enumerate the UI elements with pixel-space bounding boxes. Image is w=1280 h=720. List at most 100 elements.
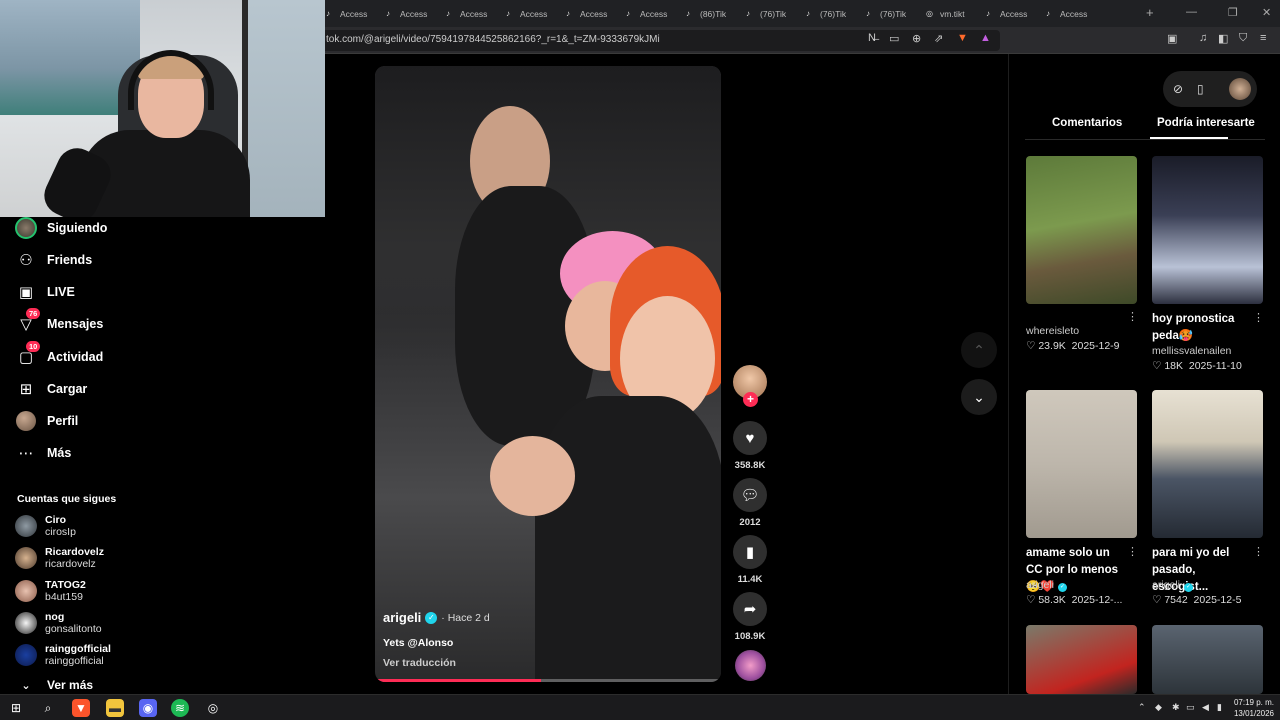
tray-bluetooth-icon[interactable]: ✱: [1172, 702, 1180, 713]
zoom-icon[interactable]: ⊕: [912, 32, 921, 45]
maximize-icon[interactable]: ❐: [1228, 6, 1238, 19]
card-username[interactable]: whereisleto: [1026, 325, 1079, 337]
close-window-icon[interactable]: ✕: [1262, 6, 1271, 19]
previous-video-button[interactable]: ⌃: [961, 332, 997, 368]
cast-icon[interactable]: ▭: [889, 32, 899, 45]
account-avatar[interactable]: [1229, 78, 1251, 100]
sidebar-item-live[interactable]: ▣ LIVE: [14, 280, 75, 304]
browser-tab[interactable]: ♪ (86)Tik: [686, 4, 726, 24]
browser-tab[interactable]: ♪ Access: [626, 4, 667, 24]
tray-chevron-icon[interactable]: ⌃: [1138, 702, 1146, 713]
more-options-icon[interactable]: ⋮: [1127, 545, 1138, 558]
see-more-button[interactable]: ⌄ Ver más: [14, 678, 93, 692]
phone-icon[interactable]: ▯: [1197, 82, 1204, 96]
tray-volume-icon[interactable]: ◀: [1202, 702, 1209, 713]
share-icon[interactable]: ⇗: [934, 32, 943, 45]
clock[interactable]: 07:19 p. m. 13/01/2026: [1228, 697, 1274, 719]
music-disc-icon[interactable]: [735, 650, 766, 681]
tab-recommended[interactable]: Podría interesarte: [1157, 117, 1255, 129]
video-thumbnail[interactable]: [1026, 625, 1137, 694]
more-options-icon[interactable]: ⋮: [1127, 310, 1138, 323]
chevron-down-icon: ⌄: [21, 679, 31, 692]
following-account[interactable]: Ricardovelz ricardovelz: [15, 544, 104, 572]
following-account[interactable]: TATOG2 b4ut159: [15, 577, 86, 605]
more-options-icon[interactable]: ⋮: [1253, 545, 1264, 558]
clock-date: 13/01/2026: [1233, 709, 1274, 718]
sidebar-icon[interactable]: ◧: [1218, 32, 1228, 45]
windows-start-icon[interactable]: ⊞: [7, 699, 25, 717]
browser-tab[interactable]: ♪ Access: [566, 4, 607, 24]
video-thumbnail[interactable]: [1152, 156, 1263, 304]
card-username[interactable]: arigeli ✓: [1026, 579, 1068, 592]
browser-tab[interactable]: ♪ Access: [446, 4, 487, 24]
file-explorer-icon[interactable]: ▬: [106, 699, 124, 717]
sidebar-item-siguiendo[interactable]: Siguiendo: [14, 216, 107, 240]
new-tab-icon[interactable]: +: [1146, 5, 1154, 20]
more-options-icon[interactable]: ⋮: [1253, 311, 1264, 324]
browser-tab[interactable]: ◎ vm.tikt: [926, 4, 965, 24]
card-title[interactable]: hoy pronostica peda🥵: [1152, 311, 1252, 345]
card-username[interactable]: mellissvalenailen: [1152, 345, 1231, 357]
card-likes: 18K: [1164, 360, 1184, 372]
brave-icon[interactable]: ▼: [72, 699, 90, 717]
translate-icon[interactable]: N̶: [868, 32, 876, 44]
browser-tab[interactable]: ♪ (76)Tik: [806, 4, 846, 24]
following-account-text: TATOG2 b4ut159: [45, 579, 86, 604]
reader-mode-icon[interactable]: ▣: [1167, 32, 1177, 45]
share-button[interactable]: ➦: [733, 592, 767, 626]
tab-comments[interactable]: Comentarios: [1052, 117, 1122, 129]
sidebar-item-ms[interactable]: ⋯ Más: [14, 441, 72, 465]
tray-app-icon[interactable]: ◆: [1155, 702, 1162, 713]
video-thumbnail[interactable]: [1026, 156, 1137, 304]
share-arrow-icon: ➦: [743, 601, 757, 618]
clock-time: 07:19 p. m.: [1233, 698, 1274, 707]
follow-plus-icon[interactable]: +: [743, 392, 758, 407]
video-player[interactable]: arigeli ✓ · Hace 2 d Yets @Alonso Ver tr…: [375, 66, 721, 682]
brave-rewards-icon[interactable]: ▲: [980, 32, 991, 44]
minimize-icon[interactable]: —: [1186, 6, 1197, 18]
media-icon[interactable]: ♫: [1199, 32, 1207, 44]
tray-network-icon[interactable]: ▭: [1186, 702, 1195, 713]
following-account[interactable]: Ciro cirosIp: [15, 512, 76, 540]
video-progress-bar[interactable]: [375, 679, 721, 682]
card-username[interactable]: arigeli ✓: [1152, 579, 1194, 592]
translate-link[interactable]: Ver traducción: [383, 657, 456, 669]
video-thumbnail[interactable]: [1152, 390, 1263, 538]
following-account[interactable]: rainggofficial rainggofficial: [15, 641, 111, 669]
obs-icon[interactable]: ◎: [204, 699, 222, 717]
like-count: 358.8K: [734, 460, 766, 471]
discord-icon[interactable]: ◉: [139, 699, 157, 717]
video-thumbnail[interactable]: [1152, 625, 1263, 694]
sidebar-item-perfil[interactable]: Perfil: [14, 409, 78, 433]
tiktok-icon: ♪: [506, 9, 510, 18]
browser-tab[interactable]: ♪ (76)Tik: [746, 4, 786, 24]
browser-tab[interactable]: ♪ Access: [386, 4, 427, 24]
compass-icon[interactable]: ⊘: [1173, 82, 1183, 96]
sidebar-item-mensajes[interactable]: ▽ 76 Mensajes: [14, 308, 103, 336]
browser-tab[interactable]: ♪ (76)Tik: [866, 4, 906, 24]
video-caption[interactable]: Yets @Alonso: [383, 637, 453, 649]
sidebar-item-cargar[interactable]: ⊞ Cargar: [14, 377, 88, 401]
sidebar-item-friends[interactable]: ⚇ Friends: [14, 248, 92, 272]
save-button[interactable]: ▮: [733, 535, 767, 569]
browser-tab[interactable]: ♪ Access: [986, 4, 1027, 24]
menu-icon[interactable]: ≡: [1260, 32, 1266, 44]
following-account[interactable]: nog gonsalitonto: [15, 609, 102, 637]
comment-button[interactable]: 💬︎: [733, 478, 767, 512]
avatar: [15, 580, 37, 602]
search-icon[interactable]: ⌕: [39, 699, 57, 717]
like-button[interactable]: ♥: [733, 421, 767, 455]
next-video-button[interactable]: ⌄: [961, 379, 997, 415]
browser-tab[interactable]: ♪ Access: [506, 4, 547, 24]
sidebar-item-actividad[interactable]: ▢ 10 Actividad: [14, 341, 103, 369]
browser-tab[interactable]: ♪ Access: [1046, 4, 1087, 24]
tray-battery-icon[interactable]: ▮: [1217, 702, 1222, 713]
vpn-icon[interactable]: ⛉: [1239, 32, 1247, 45]
browser-tab[interactable]: ♪ Access: [326, 4, 367, 24]
spotify-icon[interactable]: ≋: [171, 699, 189, 717]
video-author-name[interactable]: arigeli: [383, 610, 421, 625]
browser-tab-label: Access: [1000, 9, 1028, 19]
brave-shield-icon[interactable]: ▼: [957, 32, 968, 44]
see-more-label: Ver más: [47, 678, 94, 692]
video-thumbnail[interactable]: [1026, 390, 1137, 538]
